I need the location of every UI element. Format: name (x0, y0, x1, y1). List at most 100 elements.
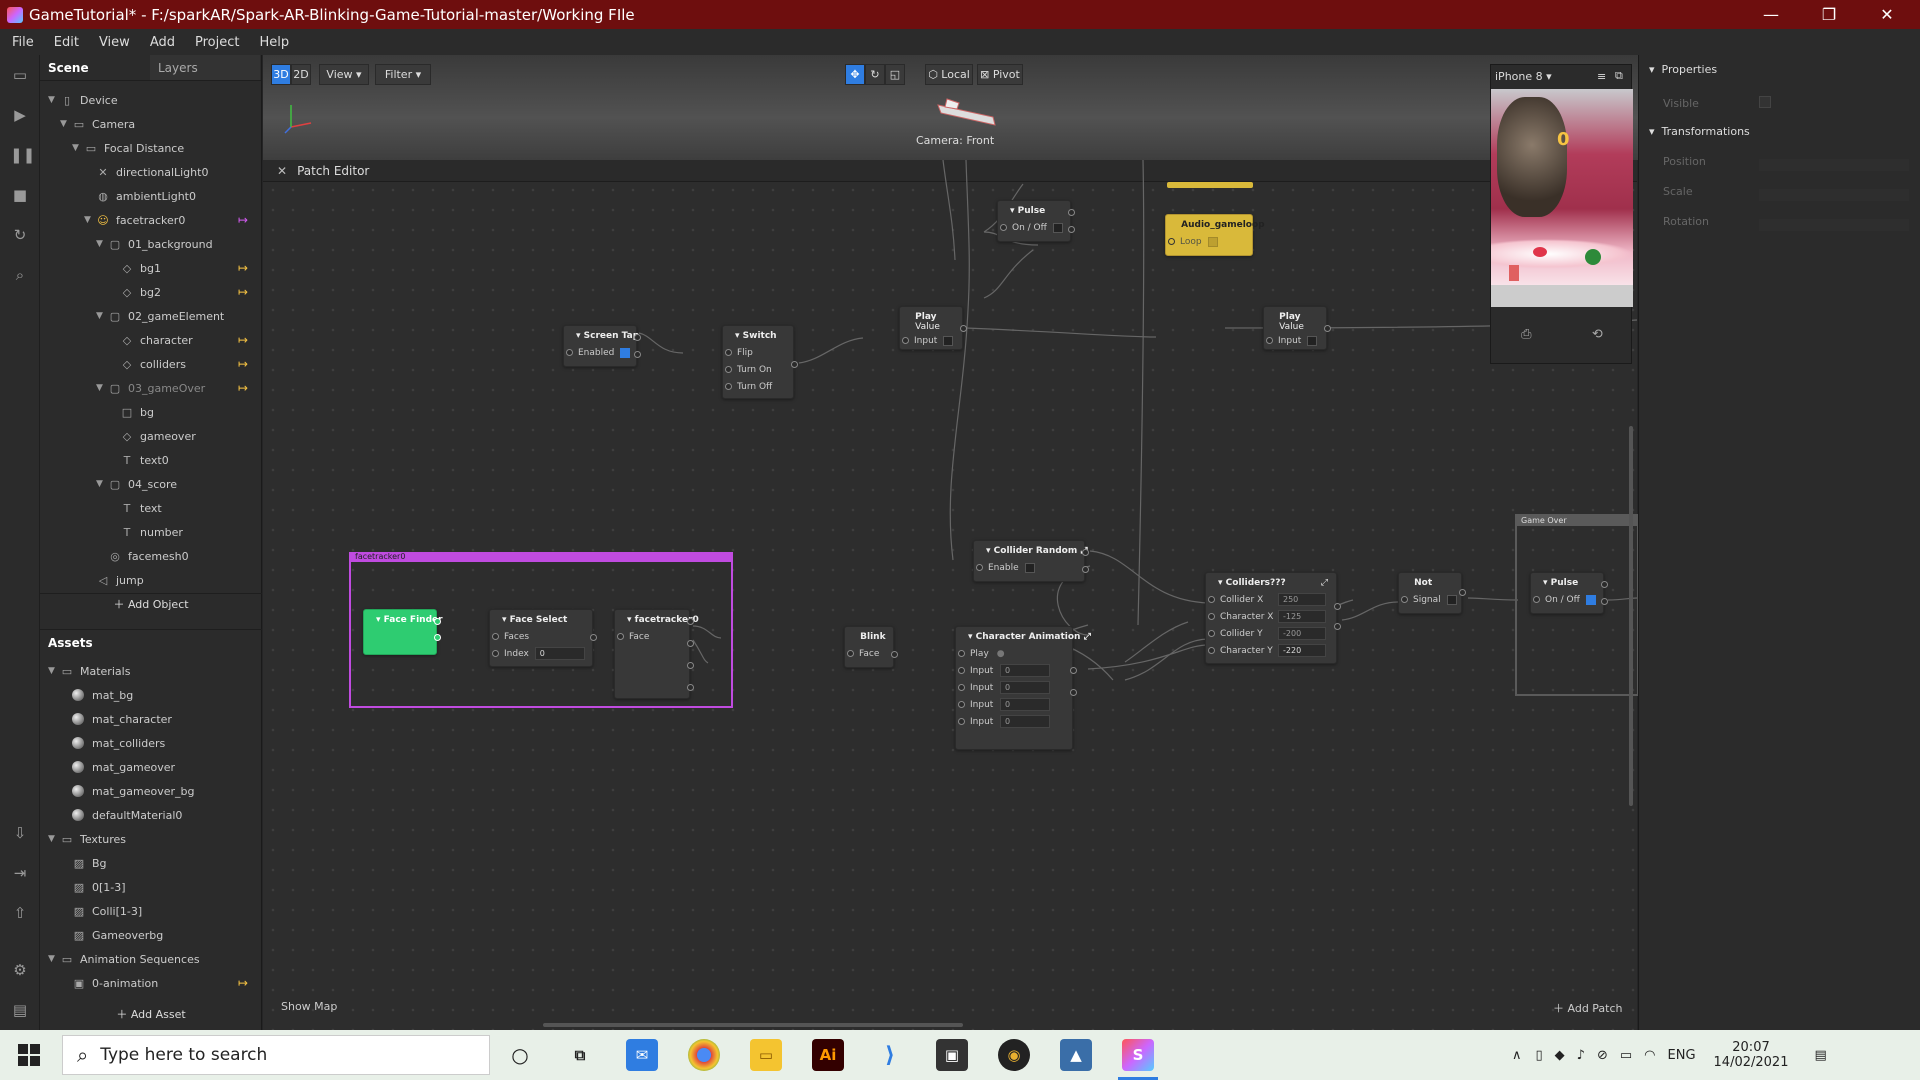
simulator-preview[interactable]: iPhone 8 ▾ ≡ ⧉ 0 ⎙ ⟲ (1490, 64, 1633, 364)
rotate-device-icon[interactable]: ⟲ (1592, 327, 1603, 342)
console-icon[interactable]: ▤ (10, 1000, 30, 1020)
move-tool-icon[interactable]: ✥ (845, 64, 865, 85)
asset-item[interactable]: mat_gameover_bg (72, 780, 194, 802)
scene-tree-item[interactable]: ◇ bg2 (108, 281, 161, 303)
media-player-icon[interactable]: ◉ (998, 1039, 1030, 1071)
menu-help[interactable]: Help (247, 35, 297, 50)
scene-tree-item[interactable]: ◇ bg1 (108, 257, 161, 279)
local-button[interactable]: ⬡ Local (925, 64, 973, 85)
face-finder-node[interactable]: ▾ Face Finder (363, 609, 443, 655)
tab-scene[interactable]: Scene (40, 55, 150, 80)
play-value-node-1[interactable]: Play Value Input (899, 306, 967, 350)
expand-caret-icon[interactable]: ▼ (96, 311, 108, 321)
scene-tree-item[interactable]: Ttext (108, 497, 162, 519)
import-icon[interactable]: ⇩ (10, 823, 30, 843)
input-port-icon[interactable] (1401, 596, 1408, 603)
minimize-button[interactable]: — (1742, 0, 1800, 29)
character-animation-node[interactable]: ▾ Character Animation ⤢ Play ● Input 0 Inp… (955, 626, 1091, 750)
cortana-icon[interactable]: ○ (504, 1039, 536, 1071)
patch-link-icon[interactable]: ↦ (238, 357, 248, 371)
menu-add[interactable]: Add (138, 35, 183, 50)
expand-caret-icon[interactable]: ▼ (96, 239, 108, 249)
patch-link-icon[interactable]: ↦ (238, 213, 248, 227)
spark-ar-taskbar-icon[interactable]: S (1122, 1039, 1154, 1071)
output-port-icon[interactable] (1334, 603, 1341, 610)
horizontal-scrollbar[interactable] (543, 1023, 963, 1027)
output-port-icon[interactable] (687, 618, 694, 625)
video-icon[interactable]: ▶ (10, 105, 30, 125)
play-value-node-2[interactable]: Play Value Input (1263, 306, 1331, 350)
menu-icon[interactable]: ≡ (1597, 70, 1606, 83)
patch-link-icon[interactable]: ↦ (238, 261, 248, 275)
vertical-scrollbar[interactable] (1629, 426, 1633, 806)
menu-file[interactable]: File (0, 35, 42, 50)
scene-tree-item[interactable]: ◇ colliders (108, 353, 186, 375)
patch-link-icon[interactable]: ↦ (238, 285, 248, 299)
asset-item[interactable]: ▨ Gameoverbg (72, 924, 163, 946)
transformations-header[interactable]: ▾ Transformations (1649, 125, 1750, 138)
output-port-icon[interactable] (1068, 226, 1075, 233)
output-port-icon[interactable] (1601, 598, 1608, 605)
input-port-icon[interactable] (958, 650, 965, 657)
asset-item[interactable]: ▨ Colli[1-3] (72, 900, 142, 922)
audio-gameloop-node[interactable]: Audio_gameloop Loop (1165, 214, 1265, 256)
asset-item[interactable]: ▨ Bg (72, 852, 107, 874)
character-x-value[interactable]: -125 (1278, 610, 1326, 623)
input-port-icon[interactable] (725, 349, 732, 356)
notifications-icon[interactable]: ▤ (1814, 1048, 1826, 1063)
asset-item[interactable]: ▨ 0[1-3] (72, 876, 126, 898)
maximize-button[interactable]: ❐ (1800, 0, 1858, 29)
layout-icon[interactable]: ▭ (10, 65, 30, 85)
face-select-node[interactable]: ▾ Face Select Faces Index 0 (489, 609, 597, 667)
output-port-icon[interactable] (1068, 209, 1075, 216)
patch-link-icon[interactable]: ↦ (238, 333, 248, 347)
patch-link-icon[interactable]: ↦ (238, 381, 248, 395)
scene-tree-item[interactable]: ▼ ▭ Camera (60, 113, 135, 135)
pause-icon[interactable]: ❚❚ (10, 145, 35, 165)
blink-node[interactable]: Blink Face (844, 626, 898, 668)
input-port-icon[interactable] (492, 633, 499, 640)
collider-x-value[interactable]: 250 (1278, 593, 1326, 606)
expand-caret-icon[interactable]: ▼ (48, 666, 60, 676)
rotate-tool-icon[interactable]: ↻ (865, 64, 885, 85)
pulse-node[interactable]: ▾ Pulse On / Off (997, 200, 1075, 242)
input-port-icon[interactable] (1533, 596, 1540, 603)
mode-3d-button[interactable]: 3D (271, 64, 291, 85)
stop-icon[interactable]: ■ (10, 185, 30, 205)
popout-icon[interactable]: ⧉ (1615, 69, 1623, 83)
not-signal-checkbox[interactable] (1446, 594, 1457, 605)
scene-tree-item[interactable]: □ bg (108, 401, 154, 423)
clock[interactable]: 20:07 14/02/2021 (1714, 1040, 1789, 1070)
output-port-icon[interactable] (634, 351, 641, 358)
input-port-icon[interactable] (958, 701, 965, 708)
output-port-icon[interactable] (687, 640, 694, 647)
network-warning-icon[interactable]: ⊘ (1597, 1048, 1608, 1063)
expand-caret-icon[interactable]: ▼ (48, 834, 60, 844)
scene-tree-item[interactable]: ▼ ▭ Focal Distance (72, 137, 184, 159)
export-icon[interactable]: ⇥ (10, 863, 30, 883)
asset-item[interactable]: defaultMaterial0 (72, 804, 182, 826)
upload-icon[interactable]: ⇧ (10, 903, 30, 923)
asset-item[interactable]: ▼ ▭ Materials (48, 660, 130, 682)
add-patch-button[interactable]: ＋ Add Patch (1553, 1000, 1623, 1016)
collider-random-enable-checkbox[interactable] (1024, 562, 1035, 573)
input-port-icon[interactable] (725, 366, 732, 373)
device-icon[interactable]: ▯ (1536, 1048, 1543, 1063)
battery-icon[interactable]: ▭ (1620, 1048, 1632, 1063)
transform-fields[interactable] (1759, 153, 1909, 233)
scene-tree-item[interactable]: ◇ character (108, 329, 193, 351)
collider-y-value[interactable]: -200 (1278, 627, 1326, 640)
input-port-icon[interactable] (1000, 224, 1007, 231)
output-port-icon[interactable] (1070, 667, 1077, 674)
asset-item[interactable]: ▣ 0-animation (72, 972, 158, 994)
colliders-node[interactable]: ▾ Colliders??? ⤢ Collider X 250 Character … (1205, 572, 1341, 664)
switch-node[interactable]: ▾ Switch Flip Turn On Turn Off (722, 325, 798, 399)
input-port-icon[interactable] (1168, 238, 1175, 245)
asset-item[interactable]: mat_colliders (72, 732, 165, 754)
asset-item[interactable]: mat_bg (72, 684, 133, 706)
audio-loop-checkbox[interactable] (1207, 236, 1218, 247)
chrome-icon[interactable] (688, 1039, 720, 1071)
show-map-button[interactable]: Show Map (281, 1000, 337, 1013)
expand-caret-icon[interactable]: ▼ (48, 95, 60, 105)
output-port-icon[interactable] (590, 634, 597, 641)
